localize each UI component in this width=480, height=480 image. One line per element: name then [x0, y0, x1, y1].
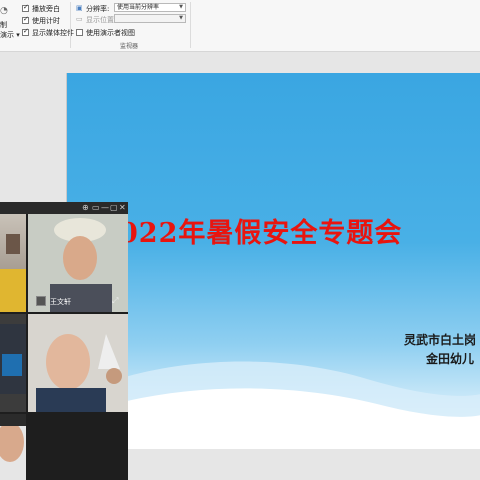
ribbon-divider — [70, 2, 71, 48]
pin-icon[interactable]: ⊕ — [82, 203, 89, 213]
timings-checkbox[interactable] — [22, 15, 29, 24]
participant-name: 王文轩 — [50, 298, 71, 306]
record-button[interactable]: 制 — [0, 20, 7, 30]
resolution-icon: ▣ — [76, 4, 83, 12]
video-tile-participant[interactable] — [0, 214, 26, 312]
slide-subtitle-school: 灵武市白土岗 — [404, 333, 477, 347]
timings-label: 使用计时 — [32, 17, 60, 25]
minimize-icon[interactable]: — — [101, 203, 109, 213]
media-controls-checkbox[interactable] — [22, 27, 29, 36]
video-tile-empty — [28, 414, 128, 480]
slide-wave-decoration — [67, 361, 480, 449]
layout-icon[interactable]: ▭ — [92, 203, 100, 213]
maximize-icon[interactable]: ▢ — [110, 203, 118, 213]
video-call-panel: ⊕ ▭ — ▢ ✕ 王文轩 ⤢ — [0, 202, 128, 480]
video-panel-titlebar[interactable]: ⊕ ▭ — ▢ ✕ — [0, 202, 128, 214]
participant-video — [0, 414, 26, 462]
participant-video — [0, 234, 26, 312]
video-tile-participant[interactable] — [28, 314, 128, 412]
narration-label: 播放旁白 — [32, 5, 60, 13]
video-tile-participant[interactable] — [0, 314, 26, 412]
ribbon-divider — [190, 2, 191, 48]
slide-title: 022年暑假安全专题会 — [119, 218, 403, 249]
resolution-select[interactable]: 使用当前分辨率 ▼ — [114, 3, 186, 12]
close-icon[interactable]: ✕ — [119, 203, 126, 213]
display-on-label: 显示位置: — [86, 16, 117, 24]
narration-checkbox[interactable] — [22, 3, 29, 12]
slide[interactable]: 022年暑假安全专题会 灵武市白土岗 金田幼儿 — [66, 73, 480, 449]
monitors-group-title: 监视器 — [120, 43, 139, 50]
video-tile-participant[interactable]: 王文轩 ⤢ — [28, 214, 128, 312]
expand-icon[interactable]: ⤢ — [112, 296, 118, 306]
ribbon: ◔ 制 演示 ▾ 播放旁白 使用计时 显示媒体控件 ▣ 分辨率: 使用当前分辨率… — [0, 0, 480, 52]
presenter-view-checkbox[interactable] — [76, 29, 83, 36]
participant-video — [28, 314, 128, 412]
chevron-down-icon: ▼ — [179, 4, 183, 10]
resolution-value: 使用当前分辨率 — [117, 4, 160, 11]
chevron-down-icon: ▼ — [179, 15, 183, 21]
avatar — [36, 296, 46, 306]
media-controls-label: 显示媒体控件 — [32, 29, 74, 37]
participant-video — [0, 324, 26, 394]
monitor-icon: ▭ — [76, 15, 83, 23]
rehearse-icon[interactable]: ◔ — [0, 6, 8, 16]
resolution-label: 分辨率: — [86, 5, 110, 13]
video-tile-participant[interactable] — [0, 414, 26, 480]
slide-subtitle-kindergarten: 金田幼儿 — [426, 352, 475, 366]
record-show-dropdown[interactable]: 演示 ▾ — [0, 30, 20, 40]
display-on-select[interactable]: ▼ — [114, 14, 186, 23]
presenter-view-label: 使用演示者视图 — [86, 29, 135, 37]
